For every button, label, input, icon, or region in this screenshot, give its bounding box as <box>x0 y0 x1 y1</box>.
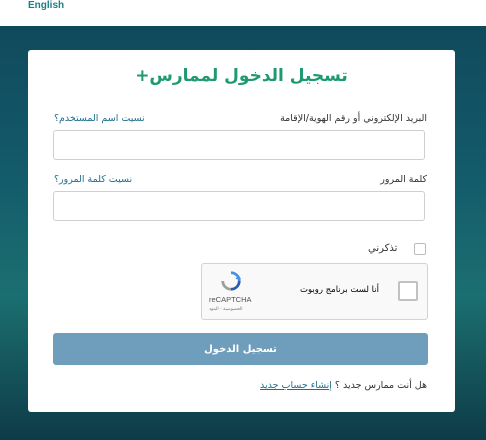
login-submit-button[interactable]: تسجيل الدخول <box>53 333 428 365</box>
recaptcha-terms[interactable]: الخصوصية - البنود <box>209 307 243 312</box>
username-input[interactable] <box>53 130 425 160</box>
recaptcha-label: أنا لست برنامج روبوت <box>300 285 379 295</box>
recaptcha-logo-icon <box>221 271 242 291</box>
recaptcha-widget: أنا لست برنامج روبوت reCAPTCHA الخصوصية … <box>201 263 428 320</box>
login-card: تسجيل الدخول لممارس+ البريد الإلكتروني أ… <box>28 50 455 412</box>
language-link-english[interactable]: English <box>28 0 64 11</box>
signup-prompt: هل أنت ممارس جديد ؟ إنشاء حساب جديد <box>260 380 427 391</box>
remember-me-label: تذكرني <box>368 243 398 254</box>
forgot-username-link[interactable]: نسيت اسم المستخدم؟ <box>54 113 145 124</box>
remember-me-checkbox[interactable] <box>414 243 426 255</box>
password-label: كلمة المرور <box>380 174 427 185</box>
recaptcha-checkbox[interactable] <box>398 281 418 301</box>
signup-question: هل أنت ممارس جديد ؟ <box>334 380 427 391</box>
top-bar: English <box>0 0 486 26</box>
password-input[interactable] <box>53 191 425 221</box>
forgot-password-link[interactable]: نسيت كلمة المرور؟ <box>54 174 132 185</box>
login-title: تسجيل الدخول لممارس+ <box>135 66 348 86</box>
signup-link[interactable]: إنشاء حساب جديد <box>260 380 332 391</box>
recaptcha-brand: reCAPTCHA <box>209 295 252 304</box>
username-label: البريد الإلكتروني أو رقم الهوية/الإقامة <box>280 113 427 124</box>
